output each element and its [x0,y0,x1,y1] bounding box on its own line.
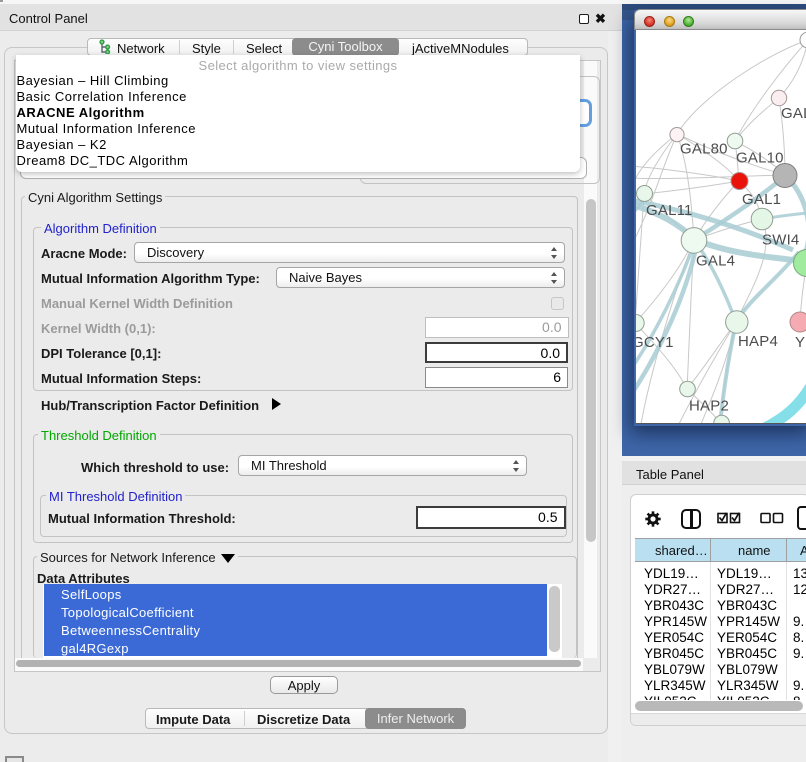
svg-text:GAL11: GAL11 [646,202,693,219]
svg-text:SWI4: SWI4 [762,232,799,249]
svg-text:GAL1: GAL1 [742,191,781,208]
svg-text:HAP2: HAP2 [689,398,729,415]
svg-text:GAL4: GAL4 [696,253,735,270]
svg-text:HAP4: HAP4 [738,333,778,350]
svg-text:GCY1: GCY1 [636,334,674,351]
svg-text:GAL80: GAL80 [680,141,728,158]
svg-text:YL: YL [795,334,806,351]
svg-text:GAL7: GAL7 [781,105,806,122]
svg-text:GAL10: GAL10 [736,150,784,167]
